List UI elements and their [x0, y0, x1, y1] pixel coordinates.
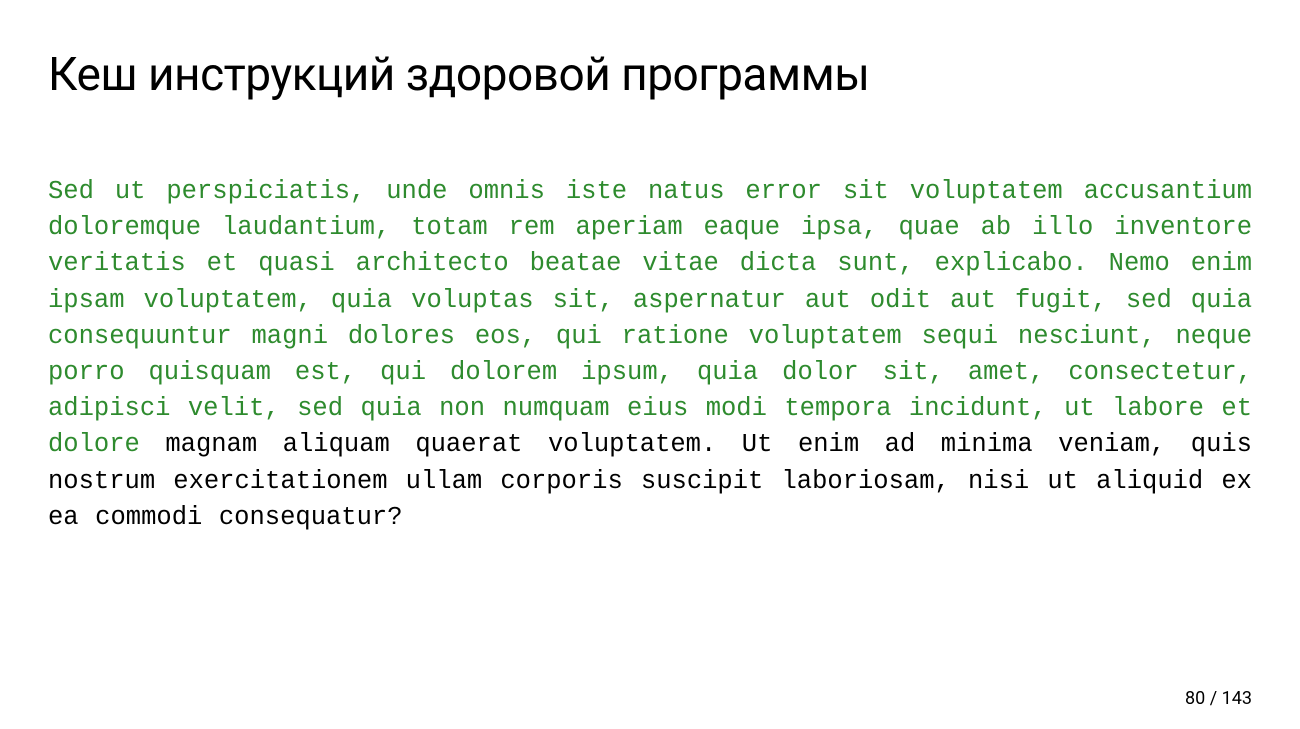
- page-separator: /: [1205, 688, 1221, 709]
- cached-text-green: Sed ut perspiciatis, unde omnis iste nat…: [48, 177, 1252, 459]
- page-current: 80: [1185, 688, 1205, 709]
- slide-container: Кеш инструкций здоровой программы Sed ut…: [0, 0, 1300, 729]
- uncached-text-black: magnam aliquam quaerat voluptatem. Ut en…: [48, 430, 1252, 531]
- page-total: 143: [1222, 688, 1252, 709]
- page-number: 80 / 143: [1185, 688, 1252, 709]
- slide-title: Кеш инструкций здоровой программы: [48, 48, 1252, 102]
- slide-body-text: Sed ut perspiciatis, unde omnis iste nat…: [48, 174, 1252, 536]
